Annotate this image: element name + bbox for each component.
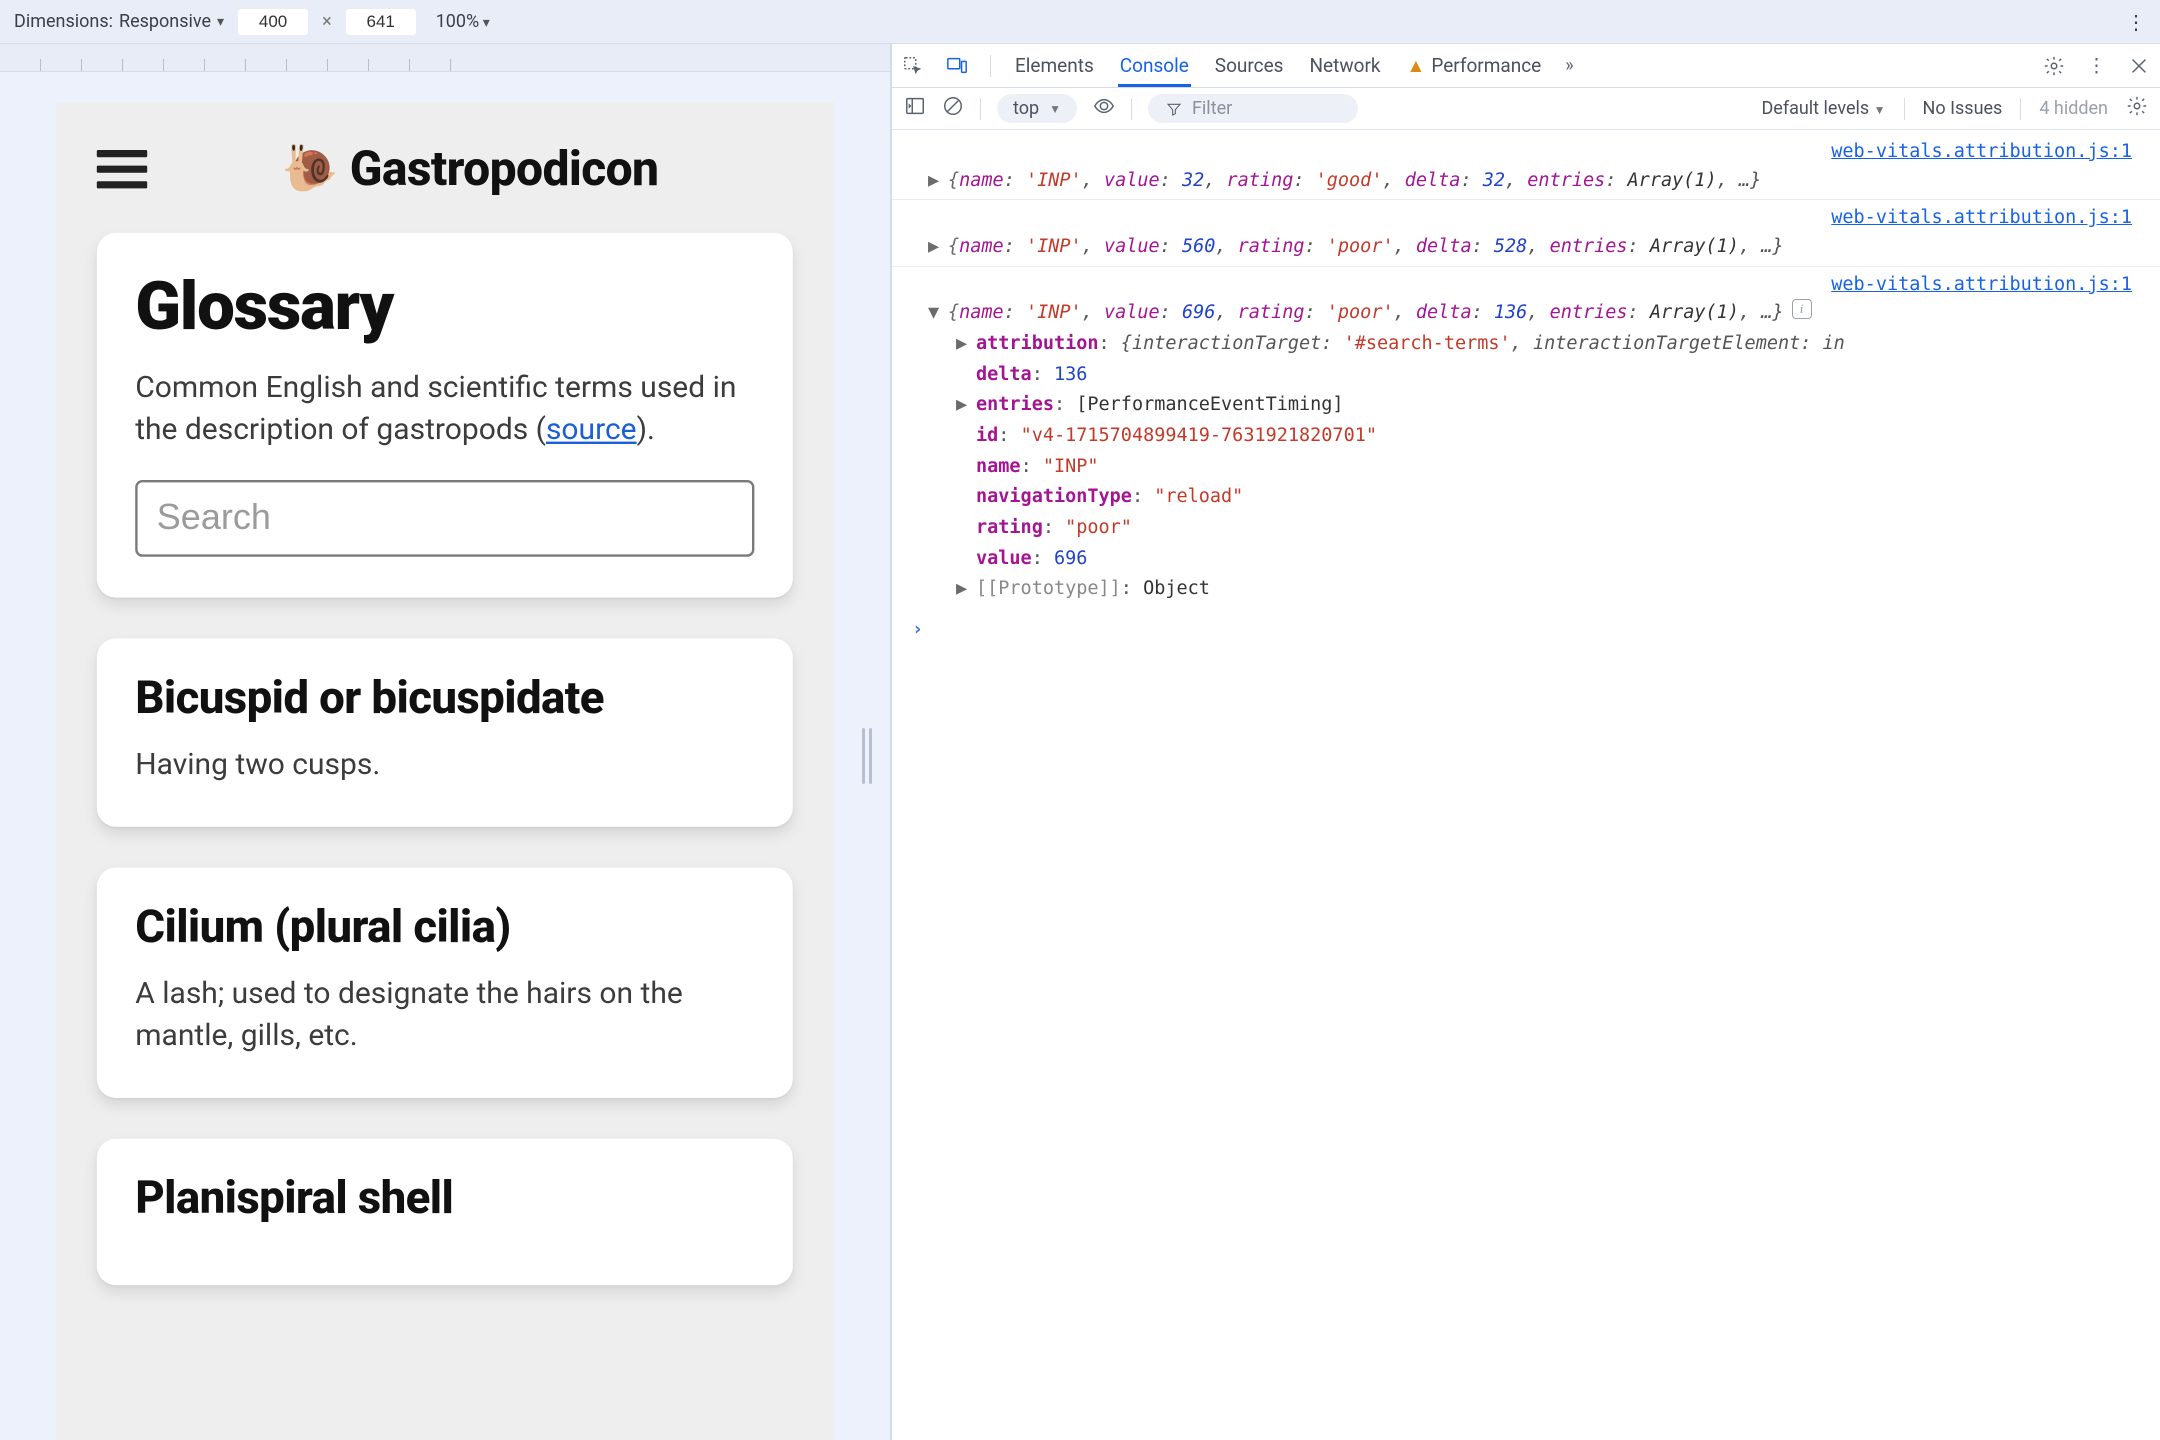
expand-arrow-icon[interactable]: ▶: [956, 391, 968, 420]
tab-network[interactable]: Network: [1307, 45, 1382, 86]
glossary-card: Glossary Common English and scientific t…: [97, 233, 793, 598]
clear-console-icon[interactable]: [942, 95, 964, 122]
hamburger-icon[interactable]: [97, 149, 147, 187]
inspect-icon[interactable]: [902, 55, 924, 77]
rendered-viewport: 🐌 Gastropodicon Glossary Common English …: [0, 44, 890, 1440]
glossary-entry: Bicuspid or bicuspidate Having two cusps…: [97, 638, 793, 826]
entry-term: Cilium (plural cilia): [135, 901, 754, 954]
dimensions-label: Dimensions:: [14, 11, 113, 32]
settings-icon[interactable]: [2043, 55, 2065, 77]
hidden-count: 4 hidden: [2039, 98, 2108, 119]
info-icon[interactable]: i: [1792, 299, 1812, 319]
device-name: Responsive: [119, 11, 211, 32]
app-title-text: Gastropodicon: [350, 140, 659, 196]
glossary-entry: Cilium (plural cilia) A lash; used to de…: [97, 868, 793, 1098]
zoom-dropdown[interactable]: 100%: [436, 11, 490, 32]
log-levels-dropdown[interactable]: Default levels ▼: [1761, 98, 1885, 119]
glossary-source-link[interactable]: source: [546, 413, 637, 448]
glossary-description: Common English and scientific terms used…: [135, 367, 754, 451]
source-link[interactable]: web-vitals.attribution.js:1: [1831, 274, 2132, 295]
height-input[interactable]: [346, 9, 416, 35]
more-tabs-icon[interactable]: »: [1565, 55, 1573, 76]
dimension-separator: ×: [322, 11, 332, 32]
close-devtools-icon[interactable]: [2128, 55, 2150, 77]
console-log[interactable]: web-vitals.attribution.js:1 ▶ {name: 'IN…: [892, 199, 2160, 265]
device-toolbar-more-icon[interactable]: ⋮: [2126, 10, 2146, 34]
tab-sources[interactable]: Sources: [1213, 45, 1286, 86]
devtools-tabbar: Elements Console Sources Network ▲ Perfo…: [892, 44, 2160, 88]
console-prompt-caret-icon[interactable]: ›: [892, 608, 2160, 645]
expand-arrow-icon[interactable]: ▶: [928, 233, 940, 262]
expand-arrow-icon[interactable]: ▶: [956, 330, 968, 359]
console-log[interactable]: web-vitals.attribution.js:1 ▶ {name: 'IN…: [892, 134, 2160, 199]
entry-term: Planispiral shell: [135, 1172, 754, 1225]
collapse-arrow-icon[interactable]: ▼: [928, 299, 940, 328]
tab-performance[interactable]: ▲ Performance: [1405, 45, 1544, 87]
console-filter-input[interactable]: Filter: [1148, 94, 1358, 123]
entry-definition: Having two cusps.: [135, 744, 754, 786]
viewport-resize-handle[interactable]: [862, 728, 872, 784]
source-link[interactable]: web-vitals.attribution.js:1: [1831, 207, 2132, 228]
glossary-heading: Glossary: [135, 266, 754, 345]
app-title: 🐌 Gastropodicon: [147, 140, 793, 196]
snail-icon: 🐌: [282, 142, 338, 195]
console-sidebar-toggle-icon[interactable]: [904, 95, 926, 122]
issues-button[interactable]: No Issues: [1923, 98, 2003, 119]
console-output[interactable]: web-vitals.attribution.js:1 ▶ {name: 'IN…: [892, 130, 2160, 1440]
live-expression-icon[interactable]: [1093, 95, 1115, 122]
source-link[interactable]: web-vitals.attribution.js:1: [1831, 141, 2132, 162]
expand-arrow-icon[interactable]: ▶: [956, 575, 968, 604]
devtools-more-icon[interactable]: ⋮: [2087, 54, 2106, 77]
app-header: 🐌 Gastropodicon: [73, 128, 817, 232]
tab-console[interactable]: Console: [1118, 45, 1191, 87]
devtools-panel: Elements Console Sources Network ▲ Perfo…: [892, 44, 2160, 1440]
entry-definition: A lash; used to designate the hairs on t…: [135, 973, 754, 1057]
tab-elements[interactable]: Elements: [1013, 45, 1096, 86]
glossary-entry: Planispiral shell: [97, 1139, 793, 1285]
width-input[interactable]: [238, 9, 308, 35]
console-settings-icon[interactable]: [2126, 95, 2148, 122]
console-log-expanded[interactable]: web-vitals.attribution.js:1 ▼ {name: 'IN…: [892, 266, 2160, 608]
search-input[interactable]: [135, 480, 754, 557]
ruler: [0, 44, 890, 72]
dimensions-dropdown[interactable]: Dimensions: Responsive: [14, 11, 224, 32]
execution-context-dropdown[interactable]: top▼: [997, 94, 1077, 123]
entry-term: Bicuspid or bicuspidate: [135, 672, 754, 725]
console-toolbar: top▼ Filter Default levels ▼ No Issues 4…: [892, 88, 2160, 130]
device-toggle-icon[interactable]: [946, 55, 968, 77]
expand-arrow-icon[interactable]: ▶: [928, 167, 940, 196]
warning-icon: ▲: [1407, 54, 1426, 78]
device-toolbar: Dimensions: Responsive × 100% ⋮: [0, 0, 2160, 44]
